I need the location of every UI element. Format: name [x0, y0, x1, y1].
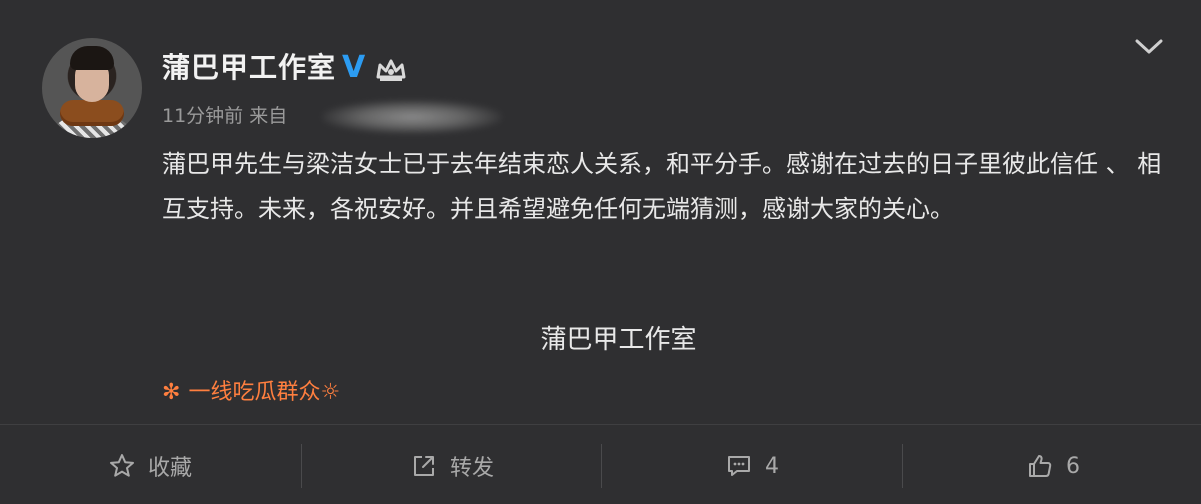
- blurred-source: [322, 100, 502, 134]
- reposter-tag[interactable]: ✻ 一线吃瓜群众☼: [162, 378, 340, 408]
- post-meta: 11分钟前 来自: [162, 104, 287, 128]
- post-time[interactable]: 11分钟前: [162, 105, 243, 127]
- from-label: 来自: [249, 105, 288, 127]
- favorite-button[interactable]: 收藏: [0, 428, 300, 504]
- favorite-label: 收藏: [147, 456, 192, 481]
- chevron-down-icon[interactable]: [1134, 38, 1164, 56]
- post-card: 蒲巴甲工作室 V 11分钟前 来自 蒲巴甲先生与梁洁女士已于去年结束恋人关系，和…: [0, 0, 1201, 498]
- like-button[interactable]: 6: [903, 428, 1201, 504]
- comment-count: 4: [765, 453, 779, 479]
- flower-icon: ✻: [162, 380, 181, 405]
- crown-icon: [376, 59, 406, 81]
- verified-icon: V: [342, 50, 366, 85]
- thumbs-up-icon: [1029, 455, 1052, 477]
- post-signature: 蒲巴甲工作室: [540, 325, 697, 355]
- like-count: 6: [1066, 453, 1080, 479]
- share-icon: [413, 456, 434, 476]
- forward-label: 转发: [449, 456, 494, 481]
- action-bar: 收藏 转发 4 6: [0, 428, 1201, 504]
- divider: [0, 424, 1201, 425]
- forward-button[interactable]: 转发: [302, 428, 602, 504]
- reposter-name: 一线吃瓜群众☼: [188, 380, 341, 405]
- comment-button[interactable]: 4: [602, 428, 902, 504]
- avatar[interactable]: [42, 38, 142, 138]
- star-icon: [109, 454, 134, 477]
- avatar-hair: [70, 46, 114, 70]
- username[interactable]: 蒲巴甲工作室: [162, 52, 336, 84]
- comment-icon: [728, 456, 750, 476]
- avatar-scarf: [60, 100, 124, 126]
- post-body: 蒲巴甲先生与梁洁女士已于去年结束恋人关系，和平分手。感谢在过去的日子里彼此信任 …: [162, 150, 1162, 223]
